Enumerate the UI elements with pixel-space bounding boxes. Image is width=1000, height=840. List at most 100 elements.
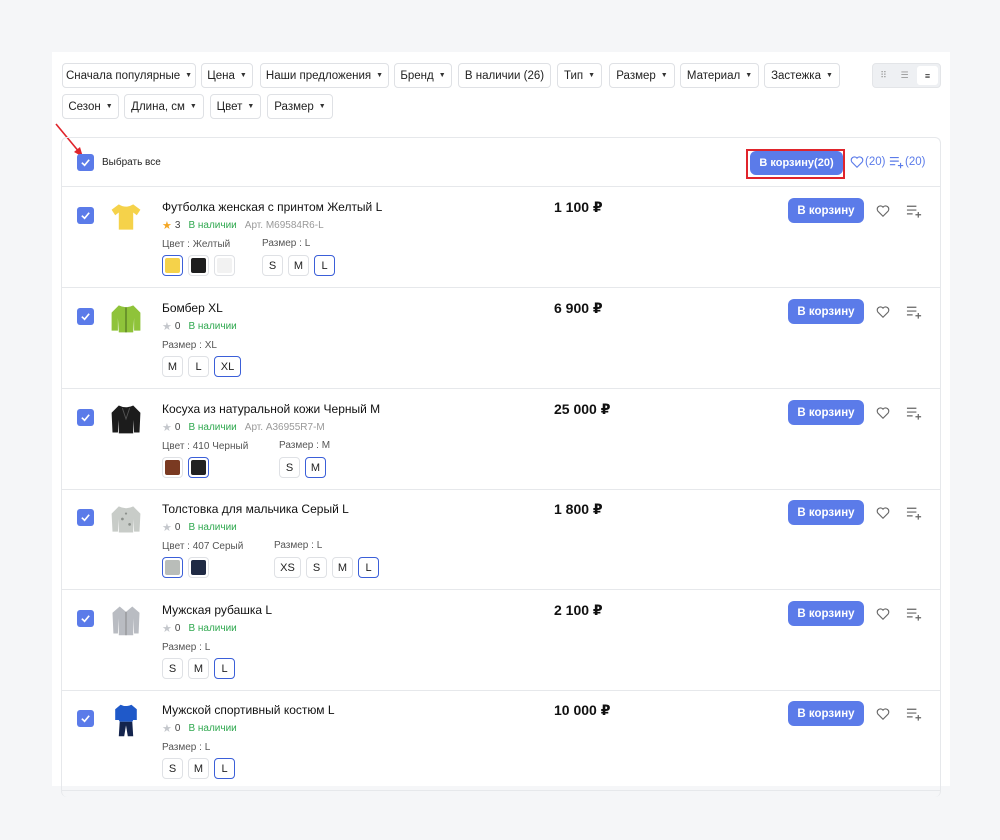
add-to-cart-button[interactable]: В корзину bbox=[788, 299, 864, 324]
heart-icon[interactable] bbox=[850, 155, 864, 169]
size-option[interactable]: L bbox=[214, 658, 235, 679]
add-to-cart-button[interactable]: В корзину bbox=[788, 601, 864, 626]
bulk-compare-count[interactable]: (20) bbox=[905, 156, 925, 168]
add-to-cart-button[interactable]: В корзину bbox=[788, 198, 864, 223]
size-option[interactable]: M bbox=[188, 758, 209, 779]
size-option[interactable]: S bbox=[162, 758, 183, 779]
product-image[interactable] bbox=[108, 499, 144, 539]
color-swatch[interactable] bbox=[162, 255, 183, 276]
product-image[interactable] bbox=[108, 399, 144, 439]
stock-status: В наличии bbox=[188, 522, 237, 533]
product-checkbox[interactable] bbox=[77, 710, 94, 727]
product-checkbox[interactable] bbox=[77, 409, 94, 426]
size-option[interactable]: S bbox=[262, 255, 283, 276]
star-icon: ★ bbox=[162, 422, 172, 434]
compare-icon[interactable] bbox=[906, 506, 923, 520]
filter-size[interactable]: Размер ▼ bbox=[609, 63, 675, 88]
compare-icon[interactable] bbox=[906, 406, 923, 420]
size-option[interactable]: M bbox=[188, 658, 209, 679]
heart-icon[interactable] bbox=[876, 305, 890, 319]
rating-value: 0 bbox=[174, 321, 181, 332]
filter-length[interactable]: Длина, см ▼ bbox=[124, 94, 204, 119]
color-swatch[interactable] bbox=[188, 457, 209, 478]
filter-fastener[interactable]: Застежка ▼ bbox=[764, 63, 840, 88]
product-checkbox[interactable] bbox=[77, 308, 94, 325]
size-option[interactable]: XS bbox=[274, 557, 301, 578]
product-name[interactable]: Толстовка для мальчика Серый L bbox=[162, 502, 349, 516]
size-option[interactable]: M bbox=[162, 356, 183, 377]
size-option[interactable]: L bbox=[314, 255, 335, 276]
size-label: Размер : L bbox=[274, 540, 323, 551]
list-icon[interactable]: ≡ bbox=[917, 66, 938, 85]
product-name[interactable]: Мужская рубашка L bbox=[162, 603, 272, 617]
color-swatch[interactable] bbox=[162, 557, 183, 578]
select-all-checkbox[interactable] bbox=[77, 154, 94, 171]
product-row: Бомбер XL ★ 0 В наличии Размер : XL M L XL 6 900… bbox=[62, 288, 940, 389]
size-option[interactable]: L bbox=[358, 557, 379, 578]
size-option[interactable]: XL bbox=[214, 356, 241, 377]
size-option[interactable]: L bbox=[214, 758, 235, 779]
filter-type[interactable]: Тип ▼ bbox=[557, 63, 602, 88]
product-sku: Арт. M69584R6-L bbox=[244, 220, 324, 231]
filter-price[interactable]: Цена ▼ bbox=[201, 63, 253, 88]
color-swatch[interactable] bbox=[188, 255, 209, 276]
size-option[interactable]: L bbox=[188, 356, 209, 377]
color-label: Цвет : 410 Черный bbox=[162, 441, 249, 452]
heart-icon[interactable] bbox=[876, 204, 890, 218]
bulk-favorites-count[interactable]: (20) bbox=[865, 156, 885, 168]
filter-color[interactable]: Цвет ▼ bbox=[210, 94, 261, 119]
product-image[interactable] bbox=[108, 197, 144, 237]
color-swatch[interactable] bbox=[162, 457, 183, 478]
filter-brand[interactable]: Бренд ▼ bbox=[394, 63, 452, 88]
rating-value: 0 bbox=[174, 623, 181, 634]
filter-in-stock[interactable]: В наличии (26) bbox=[458, 63, 551, 88]
heart-icon[interactable] bbox=[876, 707, 890, 721]
product-checkbox[interactable] bbox=[77, 509, 94, 526]
size-option[interactable]: S bbox=[279, 457, 300, 478]
filter-offers[interactable]: Наши предложения ▼ bbox=[260, 63, 389, 88]
caret-down-icon: ▼ bbox=[105, 103, 113, 110]
add-to-cart-button[interactable]: В корзину bbox=[788, 701, 864, 726]
filter-size-2[interactable]: Размер ▼ bbox=[267, 94, 333, 119]
product-name[interactable]: Футболка женская с принтом Желтый L bbox=[162, 200, 382, 214]
product-checkbox[interactable] bbox=[77, 207, 94, 224]
filter-offers-label: Наши предложения bbox=[265, 69, 372, 82]
size-option[interactable]: S bbox=[162, 658, 183, 679]
color-swatch[interactable] bbox=[214, 255, 235, 276]
filter-season[interactable]: Сезон ▼ bbox=[62, 94, 119, 119]
product-name[interactable]: Косуха из натуральной кожи Черный M bbox=[162, 402, 380, 416]
caret-down-icon: ▼ bbox=[239, 72, 247, 79]
size-option[interactable]: M bbox=[305, 457, 326, 478]
compare-icon[interactable] bbox=[906, 707, 923, 721]
add-to-cart-button[interactable]: В корзину bbox=[788, 500, 864, 525]
compare-icon[interactable] bbox=[906, 204, 923, 218]
grid-large-icon[interactable]: ⠿ bbox=[873, 64, 894, 87]
product-meta: ★ 3 В наличии Арт. M69584R6-L bbox=[162, 219, 324, 232]
caret-down-icon: ▼ bbox=[189, 103, 197, 110]
add-to-cart-button[interactable]: В корзину bbox=[788, 400, 864, 425]
product-checkbox[interactable] bbox=[77, 610, 94, 627]
product-name[interactable]: Мужской спортивный костюм L bbox=[162, 703, 335, 717]
heart-icon[interactable] bbox=[876, 406, 890, 420]
filter-material[interactable]: Материал ▼ bbox=[680, 63, 759, 88]
caret-down-icon: ▼ bbox=[745, 72, 753, 79]
heart-icon[interactable] bbox=[876, 506, 890, 520]
caret-down-icon: ▼ bbox=[660, 72, 668, 79]
color-swatch[interactable] bbox=[188, 557, 209, 578]
caret-down-icon: ▼ bbox=[588, 72, 596, 79]
product-image[interactable] bbox=[108, 298, 144, 338]
compare-icon[interactable] bbox=[906, 305, 923, 319]
compare-icon[interactable] bbox=[906, 607, 923, 621]
size-option[interactable]: M bbox=[332, 557, 353, 578]
product-image[interactable] bbox=[108, 600, 144, 640]
heart-icon[interactable] bbox=[876, 607, 890, 621]
product-image[interactable] bbox=[108, 700, 144, 740]
product-name[interactable]: Бомбер XL bbox=[162, 301, 223, 315]
size-option[interactable]: S bbox=[306, 557, 327, 578]
grid-list-icon[interactable]: ☰ bbox=[894, 64, 915, 87]
product-price: 1 100 ₽ bbox=[554, 199, 603, 215]
filter-sort[interactable]: Сначала популярные ▼ bbox=[62, 63, 196, 88]
compare-icon[interactable] bbox=[889, 155, 905, 169]
size-option[interactable]: M bbox=[288, 255, 309, 276]
product-row: Футболка женская с принтом Желтый L ★ 3 В н… bbox=[62, 187, 940, 288]
